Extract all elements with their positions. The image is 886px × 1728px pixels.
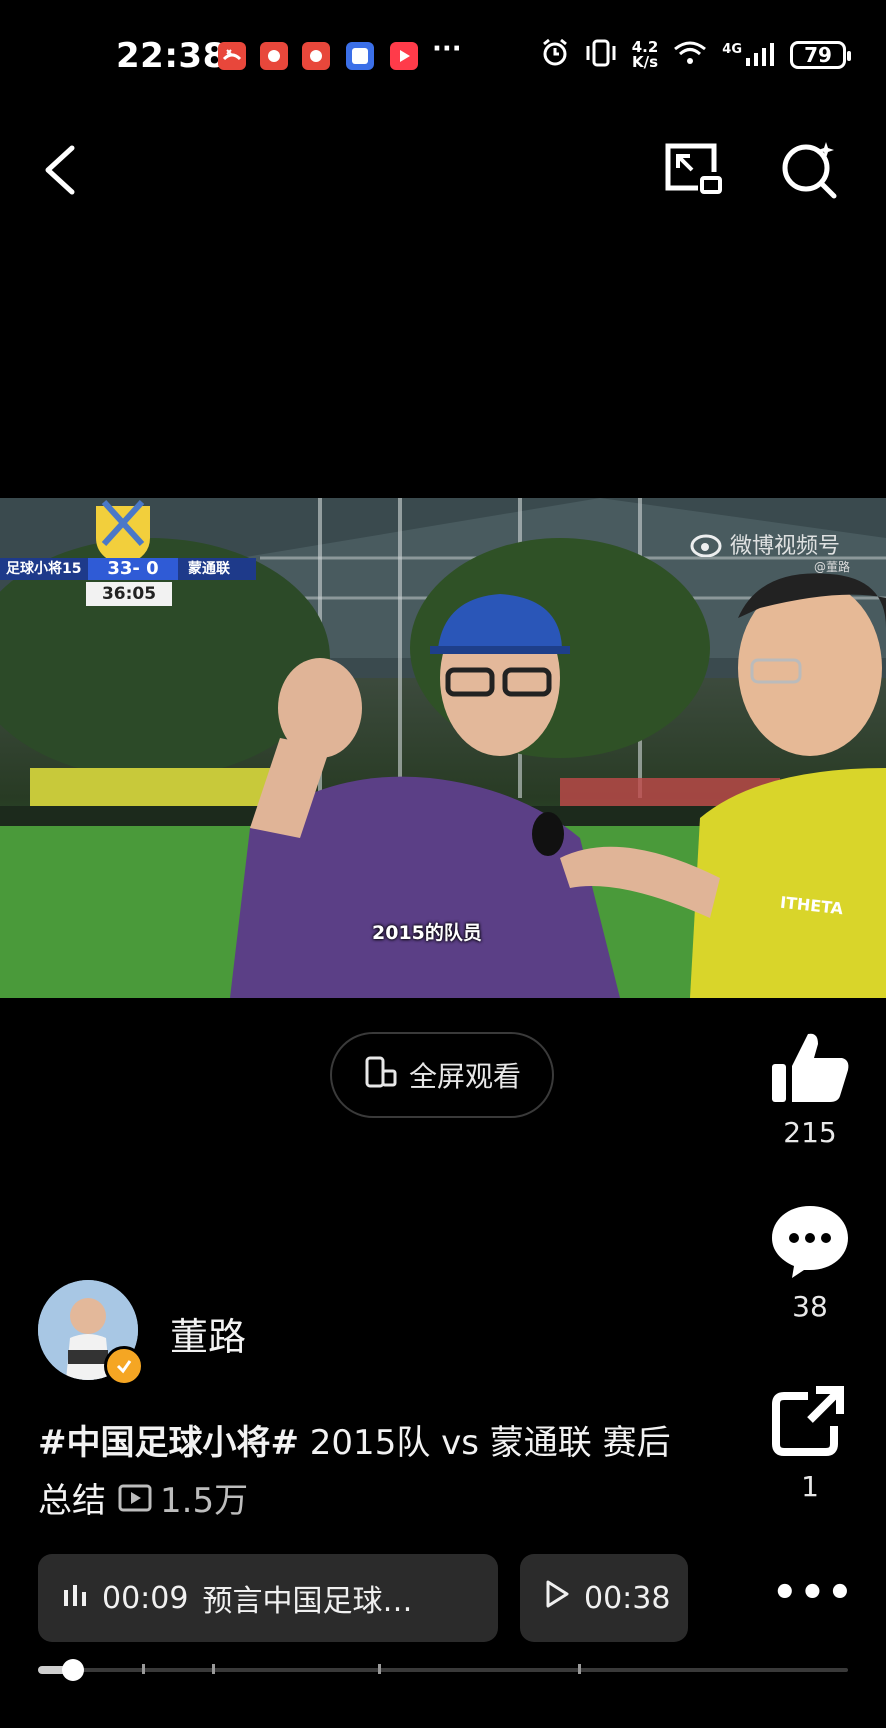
video-subtitle: 2015的队员 bbox=[372, 922, 482, 944]
comment-count: 38 bbox=[792, 1290, 828, 1323]
scoreboard: 足球小将15 33- 0 蒙通联 bbox=[0, 558, 256, 580]
status-time: 22:38 bbox=[116, 36, 227, 76]
weibo-icon bbox=[690, 534, 722, 557]
like-button[interactable]: 215 bbox=[770, 1028, 850, 1149]
vibrate-icon bbox=[584, 38, 618, 72]
missed-call-icon bbox=[218, 42, 246, 70]
picture-in-picture-icon[interactable] bbox=[658, 138, 722, 202]
status-right-group: 4.2 K/s 4G 79 bbox=[540, 38, 851, 72]
chapter-time: 00:09 bbox=[102, 1580, 189, 1616]
caption-hashtag[interactable]: #中国足球小将# bbox=[38, 1423, 299, 1463]
scoreboard-clock: 36:05 bbox=[86, 582, 172, 606]
chapter-marker bbox=[578, 1664, 581, 1674]
thumbs-up-icon bbox=[770, 1033, 850, 1108]
progress-track[interactable] bbox=[38, 1668, 848, 1672]
play-count-icon bbox=[118, 1472, 152, 1530]
chapter-chip-2[interactable]: 00:38 bbox=[520, 1554, 688, 1642]
chapter-time: 00:38 bbox=[584, 1580, 671, 1616]
watermark-text: 微博视频号 bbox=[730, 534, 841, 559]
like-count: 215 bbox=[783, 1116, 837, 1149]
share-button[interactable]: 1 bbox=[770, 1382, 850, 1503]
back-icon[interactable] bbox=[30, 138, 94, 202]
view-count: 1.5万 bbox=[118, 1472, 248, 1530]
fullscreen-label: 全屏观看 bbox=[408, 1060, 521, 1093]
search-icon[interactable] bbox=[778, 138, 842, 202]
video-app-icon bbox=[390, 42, 418, 70]
progress-knob[interactable] bbox=[62, 1659, 84, 1681]
chapter-title: 预言中国足球… bbox=[202, 1584, 413, 1619]
network-type: 4G bbox=[722, 42, 742, 57]
comment-button[interactable]: 38 bbox=[770, 1202, 850, 1323]
view-count-value: 1.5万 bbox=[160, 1481, 249, 1521]
chapter-chip-1[interactable]: 00:09 预言中国足球… bbox=[38, 1554, 498, 1642]
net-speed-unit: K/s bbox=[631, 53, 658, 71]
wifi-icon bbox=[672, 39, 708, 71]
share-icon bbox=[770, 1386, 850, 1462]
alarm-icon bbox=[540, 38, 570, 72]
audio-wave-icon bbox=[62, 1581, 88, 1616]
watermark-sub: @董路 bbox=[814, 560, 851, 574]
chapter-marker bbox=[142, 1664, 145, 1674]
verified-badge-icon bbox=[104, 1346, 144, 1386]
huawei-app-icon bbox=[260, 42, 288, 70]
scoreboard-team-left: 足球小将15 bbox=[0, 558, 88, 580]
play-icon bbox=[544, 1579, 570, 1617]
video-caption: #中国足球小将# 2015队 vs 蒙通联 赛后总结 1.5万 bbox=[38, 1414, 698, 1530]
status-bar: 22:38 ··· 4.2 K/s 4G 79 bbox=[0, 0, 886, 110]
rotate-phone-icon bbox=[363, 1055, 397, 1096]
signal-icon: 4G bbox=[722, 42, 776, 68]
chapter-marker bbox=[212, 1664, 215, 1674]
battery-indicator: 79 bbox=[790, 41, 851, 69]
chapter-marker bbox=[378, 1664, 381, 1674]
tieba-icon bbox=[346, 42, 374, 70]
network-speed: 4.2 K/s bbox=[632, 40, 659, 70]
comment-bubble-icon bbox=[770, 1206, 850, 1282]
more-options-button[interactable]: ••• bbox=[772, 1570, 855, 1616]
share-count: 1 bbox=[801, 1470, 819, 1503]
fullscreen-button[interactable]: 全屏观看 bbox=[330, 1032, 554, 1118]
author-name[interactable]: 董路 bbox=[170, 1306, 246, 1361]
weibo-watermark: 微博视频号 bbox=[690, 528, 840, 560]
video-player[interactable]: 足球小将15 33- 0 蒙通联 36:05 微博视频号 @董路 ITHETA … bbox=[0, 498, 886, 998]
scoreboard-score: 33- 0 bbox=[88, 558, 178, 580]
scoreboard-team-right: 蒙通联 bbox=[178, 558, 256, 580]
more-notifications-icon: ··· bbox=[432, 34, 462, 64]
huawei-app-icon bbox=[302, 42, 330, 70]
